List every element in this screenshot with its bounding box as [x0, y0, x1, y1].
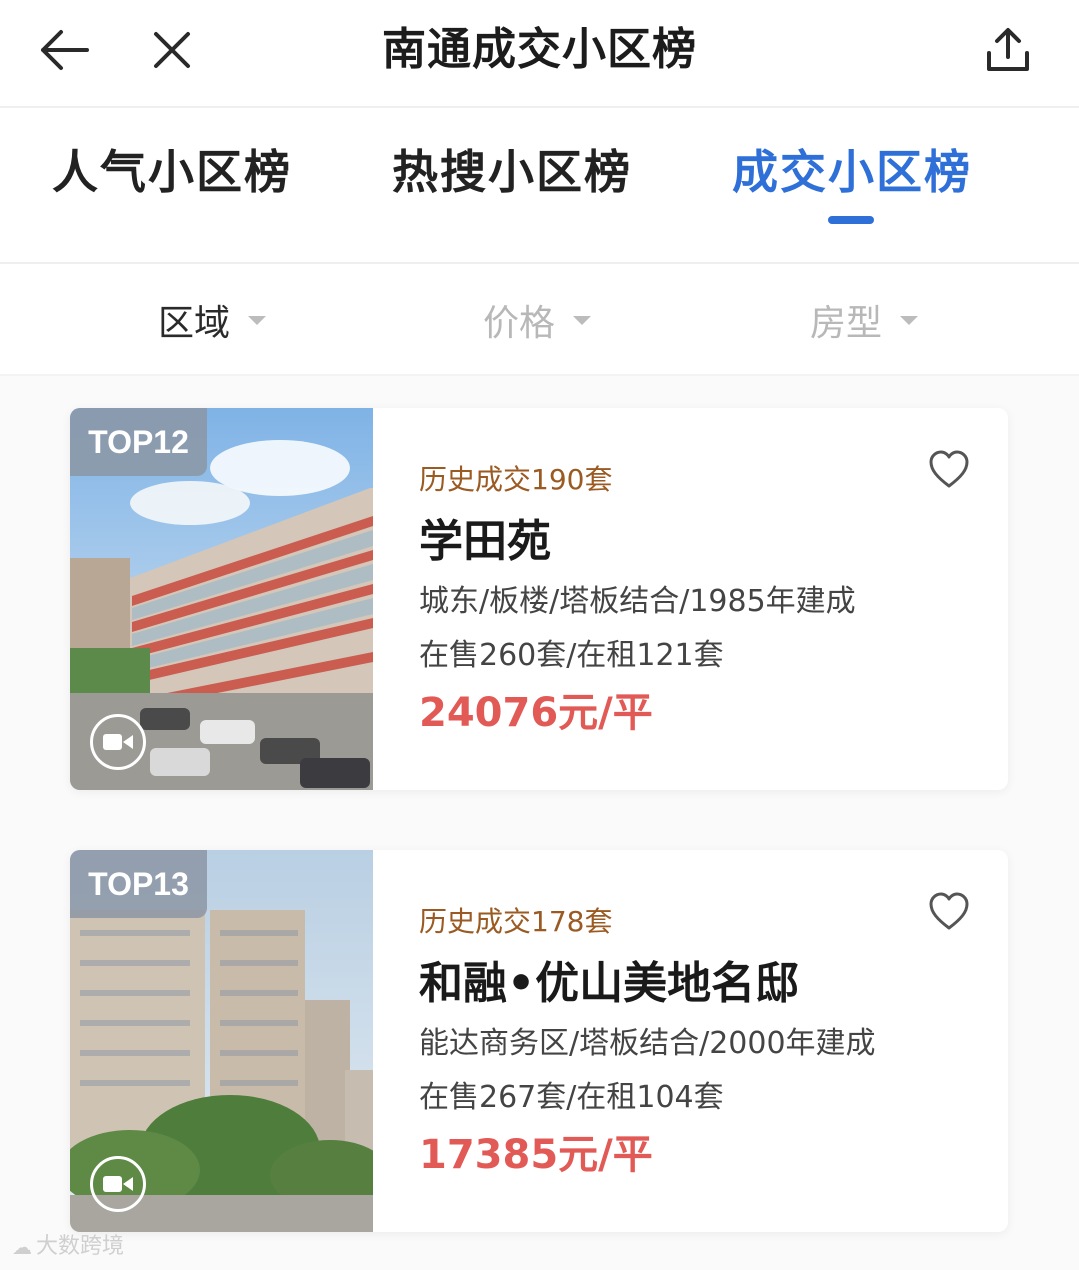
tab-hot-search[interactable]: 热搜小区榜 — [392, 142, 632, 202]
community-description: 能达商务区/塔板结合/2000年建成 — [419, 1026, 876, 1061]
filter-layout-label: 房型 — [810, 303, 883, 344]
filter-price[interactable]: 价格 — [483, 292, 592, 348]
filter-price-label: 价格 — [483, 303, 556, 344]
watermark-text: 大数跨境 — [36, 1234, 125, 1259]
active-tab-indicator — [828, 216, 874, 224]
listing-photo[interactable]: TOP12 — [70, 408, 373, 790]
top-nav-bar: 南通成交小区榜 — [0, 0, 1079, 108]
tab-deals[interactable]: 成交小区榜 — [732, 142, 972, 202]
share-icon[interactable] — [980, 22, 1036, 78]
sale-rent-count: 在售267套/在租104套 — [419, 1080, 724, 1115]
caret-down-icon — [248, 315, 267, 325]
filter-layout[interactable]: 房型 — [810, 292, 919, 348]
watermark: ☁ 大数跨境 — [12, 1232, 124, 1262]
listing-list: TOP12 历史成交190套 学田苑 城东/板楼/塔板结合/1985年建成 在售… — [0, 376, 1079, 1270]
ranking-tabs: 人气小区榜 热搜小区榜 成交小区榜 — [0, 108, 1079, 264]
unit-price: 17385元/平 — [419, 1132, 653, 1178]
listing-info: 历史成交190套 学田苑 城东/板楼/塔板结合/1985年建成 在售260套/在… — [419, 408, 1008, 790]
community-name[interactable]: 学田苑 — [419, 512, 551, 572]
caret-down-icon — [573, 315, 592, 325]
sale-rent-count: 在售260套/在租121套 — [419, 638, 724, 673]
filter-district[interactable]: 区域 — [158, 292, 267, 348]
deal-count: 历史成交178套 — [419, 905, 613, 938]
tab-popular[interactable]: 人气小区榜 — [52, 142, 292, 202]
caret-down-icon — [900, 315, 919, 325]
listing-card[interactable]: TOP13 历史成交178套 和融•优山美地名邸 能达商务区/塔板结合/2000… — [70, 850, 1008, 1232]
video-camera-icon[interactable] — [90, 714, 146, 770]
deal-count: 历史成交190套 — [419, 463, 613, 496]
listing-photo[interactable]: TOP13 — [70, 850, 373, 1232]
unit-price: 24076元/平 — [419, 690, 653, 736]
filter-district-label: 区域 — [158, 303, 231, 344]
community-description: 城东/板楼/塔板结合/1985年建成 — [419, 584, 856, 619]
listing-card[interactable]: TOP12 历史成交190套 学田苑 城东/板楼/塔板结合/1985年建成 在售… — [70, 408, 1008, 790]
rank-badge: TOP12 — [70, 408, 207, 476]
community-name[interactable]: 和融•优山美地名邸 — [419, 954, 799, 1014]
listing-info: 历史成交178套 和融•优山美地名邸 能达商务区/塔板结合/2000年建成 在售… — [419, 850, 1008, 1232]
watermark-logo-icon: ☁ — [12, 1235, 32, 1259]
filter-bar: 区域 价格 房型 — [0, 264, 1079, 376]
heart-icon[interactable] — [927, 890, 971, 934]
rank-badge: TOP13 — [70, 850, 207, 918]
page-title: 南通成交小区榜 — [382, 24, 697, 75]
video-camera-icon[interactable] — [90, 1156, 146, 1212]
heart-icon[interactable] — [927, 448, 971, 492]
